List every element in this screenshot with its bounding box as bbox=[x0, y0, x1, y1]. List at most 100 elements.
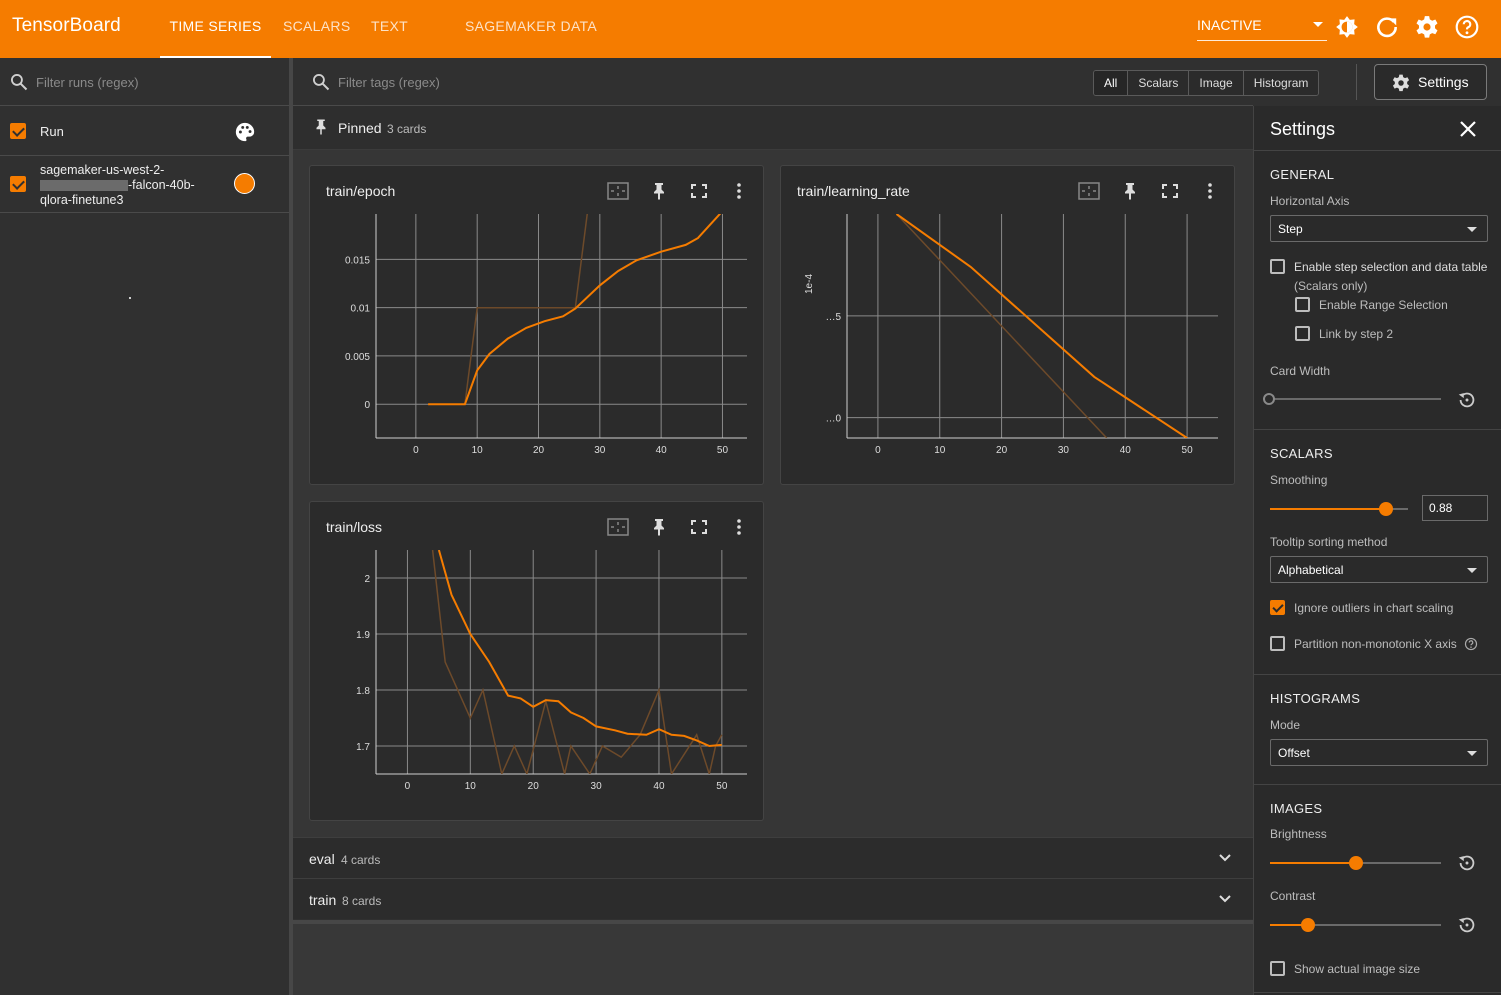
settings-header: Settings bbox=[1254, 106, 1501, 151]
top-app-bar: TensorBoard TIME SERIES SCALARS TEXT SAG… bbox=[0, 0, 1501, 86]
section-title: HISTOGRAMS bbox=[1270, 691, 1361, 706]
help-icon[interactable] bbox=[1464, 637, 1478, 651]
x-tick-label: 40 bbox=[1120, 445, 1132, 456]
chart-train-loss[interactable]: 0 10 20 30 40 50 1.7 1.8 1.9 2 bbox=[310, 542, 765, 802]
x-tick-label: 30 bbox=[591, 781, 603, 792]
contrast-slider[interactable] bbox=[1270, 917, 1441, 933]
chart-train-learning-rate[interactable]: 0 10 20 30 40 50 …5 …0 1e-4 bbox=[781, 206, 1236, 466]
fullscreen-icon[interactable] bbox=[688, 518, 710, 536]
run-name-line-1: sagemaker-us-west-2- bbox=[40, 163, 165, 177]
tab-time-series[interactable]: TIME SERIES bbox=[160, 0, 271, 58]
gear-icon[interactable] bbox=[1414, 14, 1440, 40]
show-actual-size-checkbox[interactable] bbox=[1270, 961, 1285, 976]
card-group-eval[interactable]: eval 4 cards bbox=[293, 837, 1253, 878]
enable-step-selection-checkbox[interactable] bbox=[1270, 259, 1285, 274]
runs-filter-input[interactable] bbox=[36, 70, 276, 94]
group-title: eval bbox=[309, 851, 335, 867]
show-actual-size-label: Show actual image size bbox=[1294, 962, 1421, 976]
main-content: All Scalars Image Histogram Settings Pin… bbox=[293, 58, 1487, 995]
pinned-group-header: Pinned 3 cards bbox=[293, 106, 1253, 150]
filter-image-button[interactable]: Image bbox=[1189, 71, 1244, 95]
x-tick-label: 10 bbox=[465, 781, 477, 792]
x-tick-label: 20 bbox=[528, 781, 540, 792]
smoothing-input[interactable] bbox=[1422, 495, 1488, 521]
settings-general-section: GENERAL Horizontal Axis Step Enable step… bbox=[1254, 151, 1501, 430]
filter-scalars-button[interactable]: Scalars bbox=[1128, 71, 1190, 95]
y-tick-label: 1.7 bbox=[356, 742, 370, 753]
reset-icon[interactable] bbox=[1456, 852, 1478, 874]
histogram-mode-select[interactable]: Offset bbox=[1270, 739, 1488, 766]
pin-icon bbox=[316, 119, 326, 135]
y-tick-label: 1.9 bbox=[356, 630, 370, 641]
slider-thumb[interactable] bbox=[1301, 918, 1315, 932]
fit-domain-icon[interactable] bbox=[607, 182, 629, 200]
group-count: 8 cards bbox=[342, 894, 382, 908]
reload-status-select[interactable]: INACTIVE bbox=[1197, 13, 1327, 41]
y-axis-exponent-label: 1e-4 bbox=[804, 274, 815, 294]
search-icon bbox=[11, 74, 28, 91]
slider-thumb[interactable] bbox=[1263, 393, 1275, 405]
chart-train-epoch[interactable]: 0 10 20 30 40 50 0 0.005 0.01 0.015 bbox=[310, 206, 765, 466]
ignore-outliers-label: Ignore outliers in chart scaling bbox=[1294, 601, 1454, 615]
slider-thumb[interactable] bbox=[1349, 856, 1363, 870]
enable-step-selection-label: Enable step selection and data table bbox=[1294, 260, 1488, 274]
palette-icon[interactable] bbox=[234, 121, 256, 143]
card-width-slider[interactable] bbox=[1263, 391, 1441, 407]
more-vert-icon[interactable] bbox=[728, 182, 750, 200]
help-icon[interactable] bbox=[1454, 14, 1480, 40]
pinned-cards-area: train/epoch 0 10 20 30 40 50 0 0.005 0.01 0.015 t… bbox=[293, 150, 1253, 837]
enable-range-selection-checkbox[interactable] bbox=[1295, 297, 1310, 312]
tab-text[interactable]: TEXT bbox=[371, 0, 408, 58]
filter-all-button[interactable]: All bbox=[1094, 71, 1129, 95]
brightness-slider[interactable] bbox=[1270, 855, 1441, 871]
close-icon[interactable] bbox=[1458, 119, 1478, 139]
theme-icon[interactable] bbox=[1334, 14, 1360, 40]
select-all-runs-checkbox[interactable] bbox=[10, 123, 26, 139]
app-title: TensorBoard bbox=[12, 15, 121, 36]
run-color-swatch[interactable] bbox=[234, 173, 255, 194]
pin-icon[interactable] bbox=[648, 518, 670, 536]
tab-sagemaker-data-manager[interactable]: SAGEMAKER DATA MANAGER bbox=[430, 0, 632, 86]
refresh-icon[interactable] bbox=[1374, 14, 1400, 40]
run-name-line-2: -falcon-40b- bbox=[40, 178, 195, 193]
tags-filter-input[interactable] bbox=[338, 70, 738, 94]
chevron-down-icon bbox=[1219, 895, 1231, 903]
slider-thumb[interactable] bbox=[1379, 502, 1393, 516]
series-line-smoothed bbox=[437, 550, 722, 748]
settings-toggle-button[interactable]: Settings bbox=[1374, 64, 1487, 100]
partition-checkbox[interactable] bbox=[1270, 636, 1285, 651]
fullscreen-icon[interactable] bbox=[688, 182, 710, 200]
ignore-outliers-checkbox[interactable] bbox=[1270, 600, 1285, 615]
slider-fill bbox=[1270, 862, 1356, 864]
horizontal-axis-select[interactable]: Step bbox=[1270, 215, 1488, 242]
run-row[interactable]: sagemaker-us-west-2- -falcon-40b- qlora-… bbox=[0, 156, 289, 213]
card-width-label: Card Width bbox=[1270, 364, 1331, 378]
filter-histogram-button[interactable]: Histogram bbox=[1243, 71, 1319, 95]
reset-icon[interactable] bbox=[1456, 914, 1478, 936]
card-group-train[interactable]: train 8 cards bbox=[293, 878, 1253, 919]
scalar-card-train-learning-rate: train/learning_rate 0 10 20 30 40 50 …5 …0 1e-4 bbox=[780, 165, 1235, 485]
fit-domain-icon[interactable] bbox=[1078, 182, 1100, 200]
reset-icon[interactable] bbox=[1456, 389, 1478, 411]
fit-domain-icon[interactable] bbox=[607, 518, 629, 536]
pin-icon[interactable] bbox=[1119, 182, 1141, 200]
more-vert-icon[interactable] bbox=[1199, 182, 1221, 200]
x-tick-label: 20 bbox=[533, 445, 545, 456]
pin-icon[interactable] bbox=[648, 182, 670, 200]
brightness-label: Brightness bbox=[1270, 827, 1327, 841]
fullscreen-icon[interactable] bbox=[1159, 182, 1181, 200]
link-by-step-checkbox[interactable] bbox=[1295, 326, 1310, 341]
x-tick-label: 30 bbox=[1058, 445, 1070, 456]
tooltip-sort-select[interactable]: Alphabetical bbox=[1270, 556, 1488, 583]
more-vert-icon[interactable] bbox=[728, 518, 750, 536]
histogram-mode-label: Mode bbox=[1270, 718, 1301, 732]
tab-scalars[interactable]: SCALARS bbox=[283, 0, 350, 58]
smoothing-slider[interactable] bbox=[1270, 501, 1408, 517]
group-count: 4 cards bbox=[341, 853, 381, 867]
card-title: train/loss bbox=[326, 519, 383, 535]
x-tick-label: 0 bbox=[413, 445, 419, 456]
run-checkbox[interactable] bbox=[10, 176, 26, 192]
x-tick-label: 0 bbox=[405, 781, 411, 792]
section-title: GENERAL bbox=[1270, 167, 1335, 182]
x-tick-label: 50 bbox=[1182, 445, 1194, 456]
